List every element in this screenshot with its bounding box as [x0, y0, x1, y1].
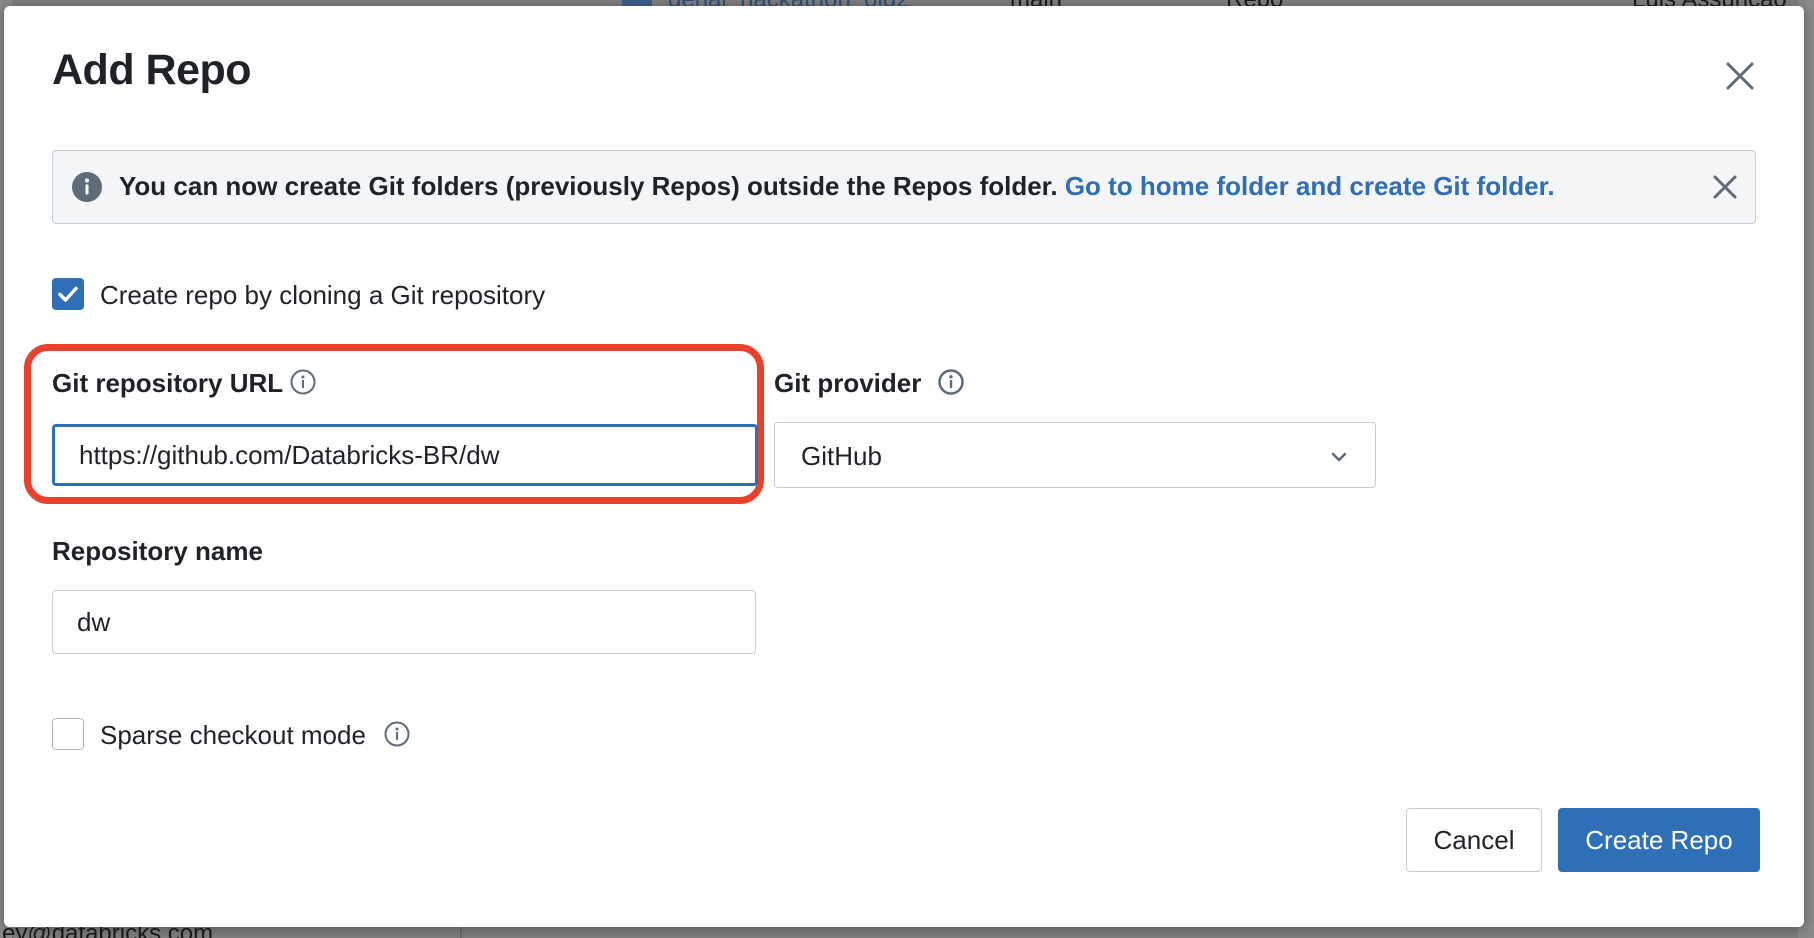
git-url-input[interactable] [52, 424, 758, 486]
info-icon [72, 172, 102, 202]
add-repo-dialog: Add Repo You can now create Git folders … [4, 6, 1804, 927]
git-provider-label: Git provider [774, 368, 922, 398]
git-url-label: Git repository URL [52, 368, 284, 398]
info-banner: You can now create Git folders (previous… [52, 150, 1756, 224]
git-provider-select[interactable]: GitHub [774, 422, 1376, 488]
dialog-title: Add Repo [52, 46, 252, 94]
cancel-button[interactable]: Cancel [1406, 808, 1542, 872]
close-icon[interactable] [1722, 58, 1758, 94]
banner-link[interactable]: Go to home folder and create Git folder. [1065, 171, 1555, 201]
banner-message: You can now create Git folders (previous… [119, 171, 1555, 202]
sparse-checkout-label[interactable]: Sparse checkout mode [100, 720, 366, 751]
git-provider-value: GitHub [801, 441, 882, 471]
sparse-checkout-checkbox[interactable] [52, 718, 84, 750]
git-provider-info-icon[interactable] [938, 369, 964, 395]
clone-repo-label[interactable]: Create repo by cloning a Git repository [100, 280, 545, 311]
checkmark-icon [58, 286, 78, 302]
background-divider [460, 926, 462, 938]
chevron-down-icon [1331, 452, 1347, 462]
create-repo-button[interactable]: Create Repo [1558, 808, 1760, 872]
clone-repo-checkbox[interactable] [52, 278, 84, 310]
sparse-checkout-info-icon[interactable] [384, 721, 410, 747]
banner-close-icon[interactable] [1709, 171, 1741, 203]
repository-name-input[interactable] [52, 590, 756, 654]
banner-text: You can now create Git folders (previous… [119, 171, 1058, 201]
git-url-info-icon[interactable] [290, 369, 316, 395]
repository-name-label: Repository name [52, 536, 263, 566]
